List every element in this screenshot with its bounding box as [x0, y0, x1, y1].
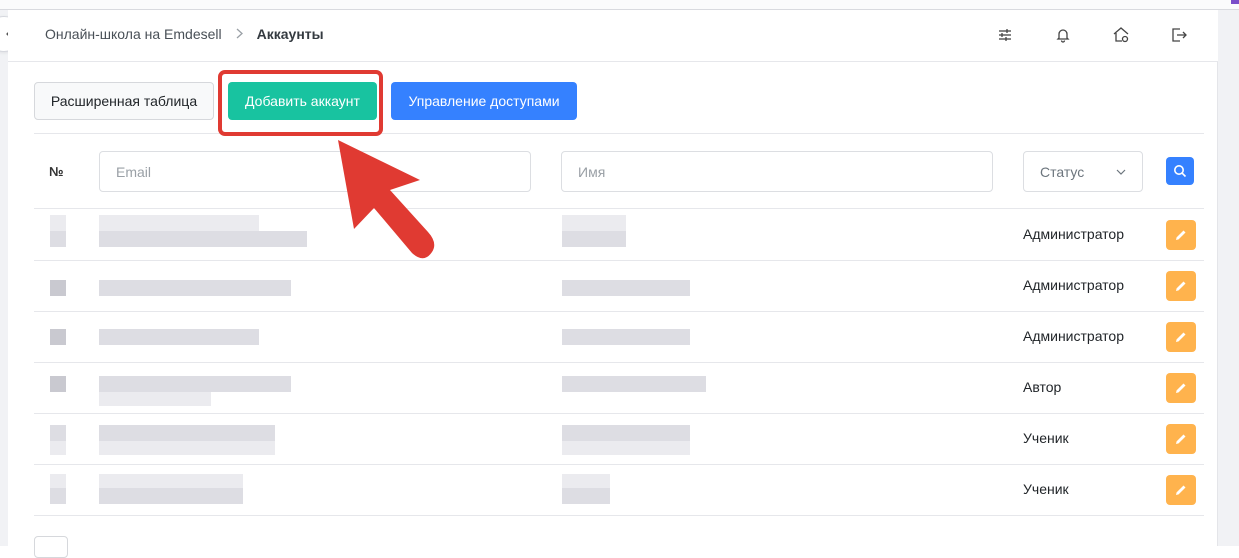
pagination-button[interactable] — [34, 536, 68, 558]
redacted-email — [99, 474, 243, 488]
table-row: Администратор — [34, 311, 1204, 363]
status-filter-label: Статус — [1040, 163, 1085, 180]
redacted-number — [50, 329, 66, 345]
toolbar-divider — [34, 133, 1204, 134]
chevron-right-icon — [236, 27, 243, 42]
edit-account-button[interactable] — [1166, 220, 1196, 250]
edit-account-button[interactable] — [1166, 373, 1196, 403]
annotation-highlight-box — [218, 70, 383, 136]
breadcrumb-root[interactable]: Онлайн-школа на Emdesell — [45, 26, 222, 42]
redacted-name — [562, 215, 626, 231]
scrollbar-track[interactable] — [1217, 10, 1239, 546]
browser-top-strip — [0, 0, 1239, 10]
account-role: Администратор — [1023, 226, 1125, 242]
pencil-icon — [1176, 434, 1186, 444]
breadcrumb: Онлайн-школа на Emdesell Аккаунты — [45, 26, 324, 42]
search-button[interactable] — [1166, 157, 1194, 185]
column-number-header: № — [49, 164, 64, 179]
redacted-number — [50, 376, 66, 392]
table-row: Администратор — [34, 209, 1204, 261]
redacted-number — [50, 488, 66, 504]
manage-access-button[interactable]: Управление доступами — [391, 82, 577, 120]
sidebar-edge — [0, 10, 8, 546]
pencil-icon — [1176, 383, 1186, 393]
redacted-name — [562, 376, 706, 392]
account-role: Администратор — [1023, 277, 1125, 293]
account-role: Администратор — [1023, 328, 1125, 344]
account-role: Автор — [1023, 379, 1062, 395]
name-filter-input[interactable] — [561, 151, 993, 192]
logout-icon[interactable] — [1168, 24, 1190, 46]
redacted-email — [99, 488, 243, 504]
redacted-name — [562, 441, 690, 455]
table-row: Ученик — [34, 413, 1204, 465]
redacted-name — [562, 474, 610, 488]
pencil-icon — [1176, 230, 1186, 240]
redacted-number — [50, 280, 66, 296]
edit-account-button[interactable] — [1166, 475, 1196, 505]
extended-table-button[interactable]: Расширенная таблица — [34, 82, 214, 120]
bell-icon[interactable] — [1052, 24, 1074, 46]
page-header: Онлайн-школа на Emdesell Аккаунты — [8, 10, 1218, 62]
sliders-icon[interactable] — [994, 24, 1016, 46]
redacted-email — [99, 441, 275, 455]
redacted-name — [562, 231, 626, 247]
redacted-name — [562, 329, 690, 345]
chevron-down-icon — [1116, 169, 1126, 175]
account-role: Ученик — [1023, 481, 1069, 497]
email-filter-input[interactable] — [99, 151, 531, 192]
redacted-name — [562, 425, 690, 441]
pencil-icon — [1176, 281, 1186, 291]
redacted-number — [50, 441, 66, 455]
redacted-email — [99, 425, 275, 441]
redacted-email — [99, 376, 291, 392]
top-accent — [1231, 0, 1239, 4]
redacted-number — [50, 231, 66, 247]
table-row: Администратор — [34, 260, 1204, 312]
status-filter-select[interactable]: Статус — [1023, 151, 1143, 192]
account-role: Ученик — [1023, 430, 1069, 446]
redacted-number — [50, 474, 66, 488]
edit-account-button[interactable] — [1166, 424, 1196, 454]
redacted-email — [99, 329, 259, 345]
table-row: Ученик — [34, 464, 1204, 516]
redacted-number — [50, 425, 66, 441]
redacted-email — [99, 280, 291, 296]
redacted-number — [50, 215, 66, 231]
header-actions — [994, 24, 1190, 46]
redacted-email — [99, 215, 259, 231]
redacted-email — [99, 231, 307, 247]
redacted-email — [99, 392, 211, 406]
pencil-icon — [1176, 332, 1186, 342]
pencil-icon — [1176, 485, 1186, 495]
edit-account-button[interactable] — [1166, 322, 1196, 352]
table-row: Автор — [34, 362, 1204, 414]
redacted-name — [562, 280, 690, 296]
search-icon — [1174, 165, 1187, 178]
redacted-name — [562, 488, 610, 504]
edit-account-button[interactable] — [1166, 271, 1196, 301]
home-settings-icon[interactable] — [1110, 24, 1132, 46]
breadcrumb-current: Аккаунты — [256, 26, 324, 42]
